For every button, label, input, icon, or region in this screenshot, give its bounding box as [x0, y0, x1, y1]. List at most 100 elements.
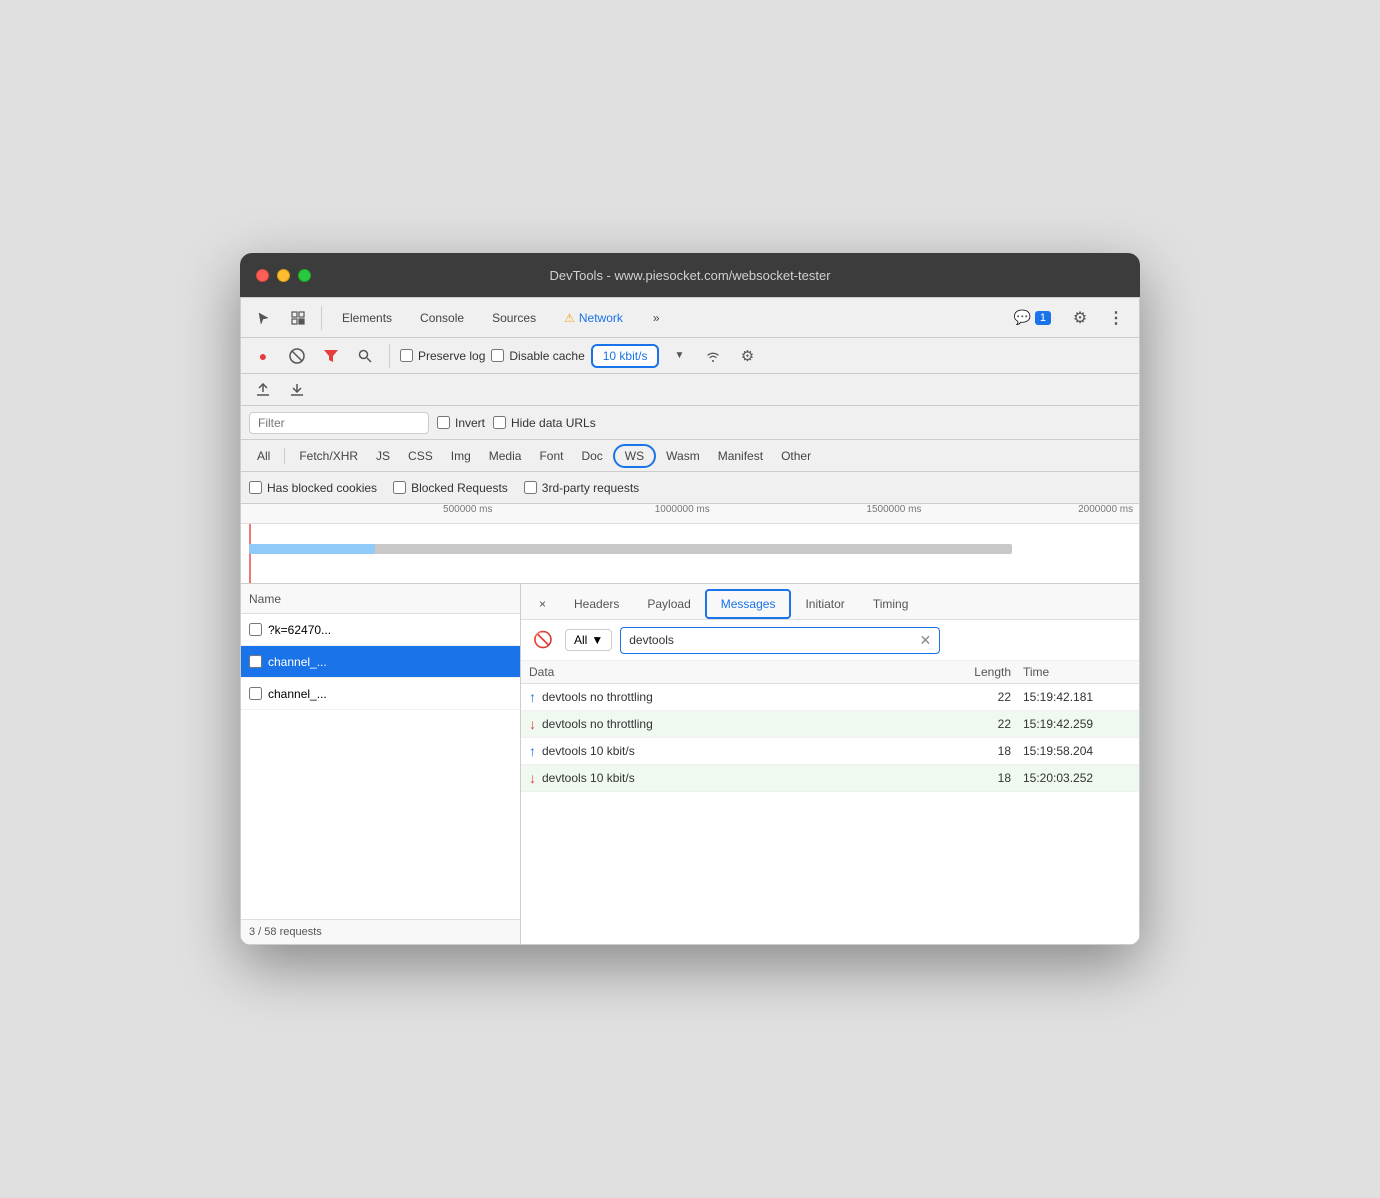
traffic-lights [256, 269, 311, 282]
msg-length-1: 22 [931, 690, 1011, 704]
messages-toolbar: 🚫 All ▼ ✕ [521, 620, 1139, 661]
msg-data-3: devtools 10 kbit/s [542, 744, 931, 758]
hide-data-urls-label[interactable]: Hide data URLs [493, 416, 596, 430]
message-search-box[interactable]: ✕ [620, 627, 940, 654]
record-button[interactable]: ● [249, 342, 277, 370]
message-row[interactable]: ↓ devtools no throttling 22 15:19:42.259 [521, 711, 1139, 738]
search-clear-icon[interactable]: ✕ [920, 632, 932, 649]
list-item[interactable]: ?k=62470... [241, 614, 520, 646]
message-row[interactable]: ↑ devtools 10 kbit/s 18 15:19:58.204 [521, 738, 1139, 765]
cursor-icon[interactable] [249, 303, 279, 333]
filter-icon[interactable] [317, 342, 345, 370]
search-icon[interactable] [351, 342, 379, 370]
import-button[interactable] [249, 376, 277, 404]
top-nav: Elements Console Sources ⚠ Network » 💬 1… [241, 298, 1139, 338]
type-btn-font[interactable]: Font [531, 446, 571, 466]
throttle-dropdown[interactable]: ▼ [665, 342, 693, 370]
warning-icon: ⚠ [564, 311, 575, 325]
filter-input[interactable] [249, 412, 429, 434]
message-search-input[interactable] [629, 633, 919, 647]
wifi-throttle-icon[interactable] [699, 342, 727, 370]
blocked-cookies-checkbox[interactable] [249, 481, 262, 494]
clear-button[interactable] [283, 342, 311, 370]
network-settings-icon[interactable]: ⚙ [733, 342, 761, 370]
invert-label[interactable]: Invert [437, 416, 485, 430]
third-party-label[interactable]: 3rd-party requests [524, 481, 639, 495]
type-btn-ws[interactable]: WS [613, 444, 656, 468]
type-btn-all[interactable]: All [249, 446, 278, 466]
list-footer: 3 / 58 requests [241, 919, 520, 944]
network-list: Name ?k=62470... channel_... channel_... [241, 584, 521, 944]
detail-tab-headers[interactable]: Headers [560, 591, 633, 619]
block-icon[interactable]: 🚫 [529, 626, 557, 654]
type-btn-media[interactable]: Media [481, 446, 530, 466]
inspector-icon[interactable] [283, 303, 313, 333]
disable-cache-checkbox[interactable] [491, 349, 504, 362]
detail-tab-messages[interactable]: Messages [705, 589, 792, 619]
preserve-log-label[interactable]: Preserve log [400, 349, 485, 363]
third-party-checkbox[interactable] [524, 481, 537, 494]
blocked-cookies-label[interactable]: Has blocked cookies [249, 481, 377, 495]
msg-down-icon-4: ↓ [529, 770, 536, 786]
tab-more[interactable]: » [641, 307, 672, 329]
blocked-requests-checkbox[interactable] [393, 481, 406, 494]
detail-tab-payload[interactable]: Payload [633, 591, 704, 619]
tab-network[interactable]: ⚠ Network [552, 307, 635, 329]
list-header-name: Name [249, 592, 512, 606]
checkbox-filter-row: Has blocked cookies Blocked Requests 3rd… [241, 472, 1139, 504]
msg-length-4: 18 [931, 771, 1011, 785]
msg-down-icon-2: ↓ [529, 716, 536, 732]
all-filter-select[interactable]: All ▼ [565, 629, 612, 651]
type-btn-manifest[interactable]: Manifest [710, 446, 771, 466]
type-btn-other[interactable]: Other [773, 446, 819, 466]
blocked-requests-label[interactable]: Blocked Requests [393, 481, 508, 495]
list-item-name-1: ?k=62470... [268, 623, 512, 637]
message-row[interactable]: ↑ devtools no throttling 22 15:19:42.181 [521, 684, 1139, 711]
hide-data-urls-checkbox[interactable] [493, 416, 506, 429]
msg-time-1: 15:19:42.181 [1011, 690, 1131, 704]
tab-console[interactable]: Console [408, 307, 476, 329]
list-item-checkbox-3[interactable] [249, 687, 262, 700]
detail-panel: × Headers Payload Messages Initiator Tim… [521, 584, 1139, 944]
type-btn-wasm[interactable]: Wasm [658, 446, 708, 466]
message-row[interactable]: ↓ devtools 10 kbit/s 18 15:20:03.252 [521, 765, 1139, 792]
throttle-button[interactable]: 10 kbit/s [591, 344, 660, 368]
list-item[interactable]: channel_... [241, 678, 520, 710]
fullscreen-button[interactable] [298, 269, 311, 282]
invert-checkbox[interactable] [437, 416, 450, 429]
disable-cache-label[interactable]: Disable cache [491, 349, 584, 363]
detail-tab-close[interactable]: × [525, 591, 560, 619]
list-item-selected[interactable]: channel_... [241, 646, 520, 678]
tab-sources[interactable]: Sources [480, 307, 548, 329]
list-header: Name [241, 584, 520, 614]
list-item-name-3: channel_... [268, 687, 512, 701]
list-item-checkbox-1[interactable] [249, 623, 262, 636]
detail-tab-initiator[interactable]: Initiator [791, 591, 858, 619]
type-btn-fetchxhr[interactable]: Fetch/XHR [291, 446, 366, 466]
export-button[interactable] [283, 376, 311, 404]
type-btn-img[interactable]: Img [443, 446, 479, 466]
toolbar: ● Preserve log [241, 338, 1139, 374]
settings-icon[interactable]: ⚙ [1065, 303, 1095, 333]
list-items: ?k=62470... channel_... channel_... [241, 614, 520, 919]
type-filter-row: All Fetch/XHR JS CSS Img Media Font Doc … [241, 440, 1139, 472]
type-btn-js[interactable]: JS [368, 446, 398, 466]
more-options-icon[interactable]: ⋮ [1101, 303, 1131, 333]
upload-row [241, 374, 1139, 406]
preserve-log-checkbox[interactable] [400, 349, 413, 362]
type-btn-doc[interactable]: Doc [573, 446, 610, 466]
detail-tab-timing[interactable]: Timing [859, 591, 923, 619]
type-divider [284, 448, 285, 464]
filter-row: Invert Hide data URLs [241, 406, 1139, 440]
messages-table-header: Data Length Time [521, 661, 1139, 684]
minimize-button[interactable] [277, 269, 290, 282]
type-btn-css[interactable]: CSS [400, 446, 441, 466]
messages-table: Data Length Time ↑ devtools no throttlin… [521, 661, 1139, 944]
msg-length-3: 18 [931, 744, 1011, 758]
list-item-checkbox-2[interactable] [249, 655, 262, 668]
close-button[interactable] [256, 269, 269, 282]
tab-elements[interactable]: Elements [330, 307, 404, 329]
console-badge-button[interactable]: 💬 1 [1005, 306, 1059, 329]
devtools-window: DevTools - www.piesocket.com/websocket-t… [240, 253, 1140, 945]
timeline-ruler: 500000 ms 1000000 ms 1500000 ms 2000000 … [241, 504, 1139, 524]
